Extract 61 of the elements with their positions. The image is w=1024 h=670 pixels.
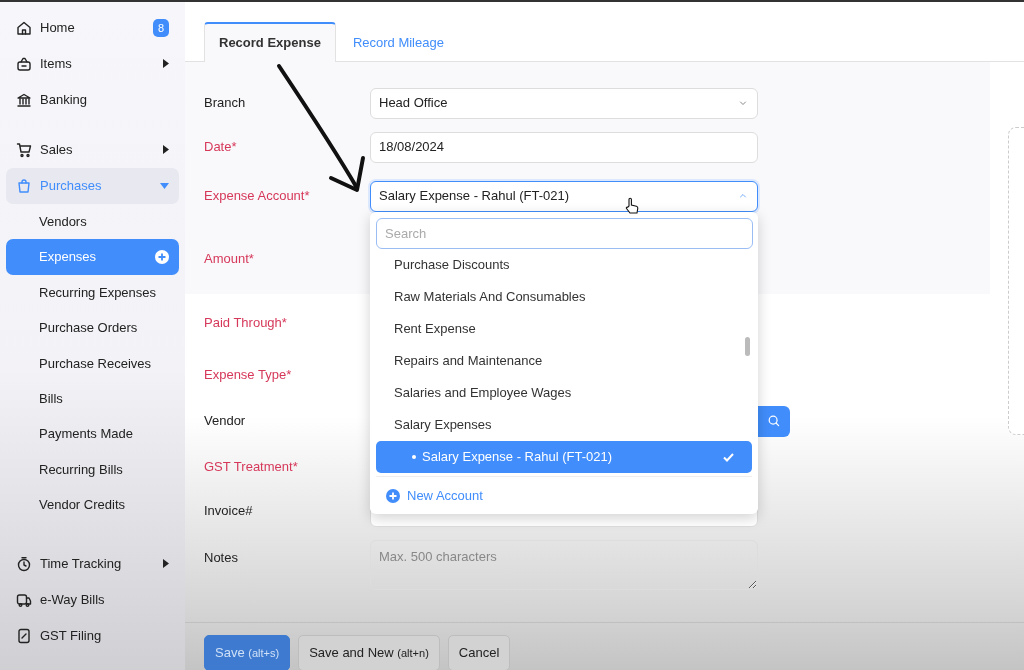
form-button[interactable]: Cancel <box>447 635 511 670</box>
dropdown-option[interactable]: Rent Expense <box>376 313 752 345</box>
sidebar-subitem[interactable]: Recurring Bills <box>6 451 179 488</box>
sidebar-subitem[interactable]: Vendor Credits <box>6 487 179 523</box>
sidebar-subitem[interactable]: Payments Made <box>6 416 179 452</box>
shopping-bag-icon <box>16 178 32 194</box>
sidebar-item[interactable]: Banking <box>6 82 179 118</box>
stopwatch-icon <box>16 555 32 572</box>
search-field[interactable]: Search <box>376 218 753 249</box>
caret-down-icon <box>160 182 169 189</box>
sidebar-subitem[interactable]: Purchase Orders <box>6 310 179 346</box>
sidebar-item[interactable]: Sales <box>6 132 179 168</box>
sidebar-item[interactable]: e-Way Bills <box>6 581 179 618</box>
checkmark-icon <box>723 452 734 462</box>
bank-icon <box>16 92 32 108</box>
search-icon <box>767 414 781 428</box>
truck-icon <box>16 591 32 608</box>
dropdown-option[interactable]: Raw Materials And Consumables <box>376 281 752 313</box>
chevron-down-icon <box>737 99 749 107</box>
sidebar-subitem[interactable]: Bills <box>6 380 179 417</box>
dropdown-option[interactable]: Salary Expenses <box>376 409 752 441</box>
field-label: GST Treatment* <box>204 458 299 477</box>
scrollbar-thumb <box>745 337 750 356</box>
home-icon <box>16 20 32 36</box>
tab[interactable]: Record Expense <box>204 22 336 62</box>
dropdown-option[interactable]: Salaries and Employee Wages <box>376 377 752 409</box>
sidebar-item[interactable]: Home 8 <box>6 10 179 46</box>
field-label: Vendor <box>204 412 247 431</box>
sidebar-item[interactable]: GST Filing <box>6 617 179 654</box>
sidebar-item[interactable]: Time Tracking <box>6 545 179 582</box>
dropdown-option[interactable]: Purchase Discounts <box>376 249 752 281</box>
caret-right-icon <box>163 145 169 155</box>
count-badge: 8 <box>152 18 169 38</box>
chevron-up-icon <box>737 192 749 200</box>
notes-field[interactable]: Max. 500 characters <box>370 540 758 590</box>
field-label: Branch <box>204 94 247 113</box>
field-label: Date* <box>204 138 238 157</box>
basket-icon <box>16 56 32 72</box>
search-button[interactable] <box>758 405 790 437</box>
select-field[interactable]: Head Office <box>370 87 758 119</box>
field-label: Notes <box>204 549 239 567</box>
field-label: Expense Type* <box>204 365 293 384</box>
sidebar-subitem[interactable]: Recurring Expenses <box>6 274 179 311</box>
bullet-icon <box>412 455 416 459</box>
select-field[interactable]: Salary Expense - Rahul (FT-021) <box>370 180 758 212</box>
field-label: Expense Account* <box>204 187 311 206</box>
sidebar-subitem[interactable]: Purchase Receives <box>6 345 179 381</box>
sidebar-item[interactable]: Items <box>6 46 179 82</box>
field-label: Invoice# <box>204 502 254 521</box>
field-label: Paid Through* <box>204 314 288 333</box>
add-icon[interactable] <box>155 250 169 265</box>
add-icon <box>386 488 400 503</box>
sidebar-subitem[interactable]: Vendors <box>6 204 179 240</box>
input-field[interactable]: 18/08/2024 <box>370 131 758 163</box>
field-label: Amount* <box>204 249 255 268</box>
dropdown-option[interactable]: Repairs and Maintenance <box>376 345 752 377</box>
caret-right-icon <box>163 59 169 69</box>
document-icon <box>16 627 32 644</box>
cart-icon <box>16 142 32 158</box>
caret-right-icon <box>163 558 169 568</box>
form-button[interactable]: Save and New (alt+n) <box>298 635 440 670</box>
